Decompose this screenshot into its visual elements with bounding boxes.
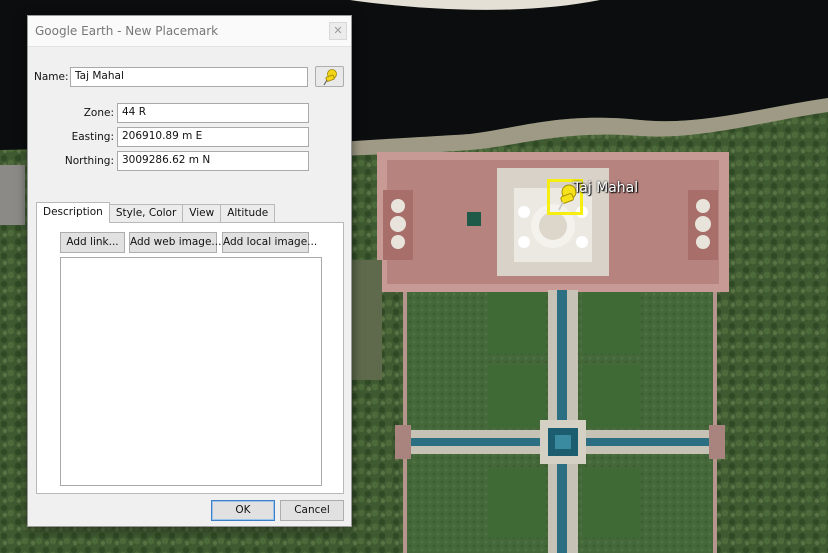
- dialog-titlebar[interactable]: Google Earth - New Placemark ✕: [28, 16, 351, 47]
- dialog-title: Google Earth - New Placemark: [35, 24, 219, 38]
- ok-button[interactable]: OK: [211, 500, 275, 521]
- placemark-map-label[interactable]: Taj Mahal: [573, 180, 638, 196]
- add-link-button[interactable]: Add link...: [60, 232, 125, 253]
- zone-field[interactable]: 44 R: [117, 103, 309, 123]
- easting-field[interactable]: 206910.89 m E: [117, 127, 309, 147]
- tab-view[interactable]: View: [182, 204, 222, 223]
- close-button[interactable]: ✕: [329, 22, 347, 40]
- easting-label: Easting:: [71, 131, 114, 143]
- tab-description[interactable]: Description: [36, 202, 110, 223]
- name-field[interactable]: Taj Mahal: [70, 67, 308, 87]
- add-web-image-button[interactable]: Add web image...: [129, 232, 221, 253]
- close-icon: ✕: [333, 24, 343, 37]
- northing-label: Northing:: [64, 155, 114, 167]
- tab-style-color[interactable]: Style, Color: [108, 204, 184, 223]
- description-panel: Add link... Add web image... Add local i…: [36, 222, 344, 494]
- name-label: Name:: [34, 71, 69, 83]
- placemark-icon-button[interactable]: [315, 66, 344, 87]
- new-placemark-dialog: Google Earth - New Placemark ✕ Name: Taj…: [27, 15, 352, 527]
- cancel-button[interactable]: Cancel: [280, 500, 344, 521]
- description-textarea[interactable]: [60, 257, 322, 486]
- northing-field[interactable]: 3009286.62 m N: [117, 151, 309, 171]
- tab-altitude[interactable]: Altitude: [220, 204, 276, 223]
- zone-label: Zone:: [83, 107, 114, 119]
- add-local-image-button[interactable]: Add local image...: [222, 232, 317, 253]
- yellow-pushpin-icon: [322, 68, 337, 85]
- placemark-tabs: Description Style, Color View Altitude: [36, 202, 276, 223]
